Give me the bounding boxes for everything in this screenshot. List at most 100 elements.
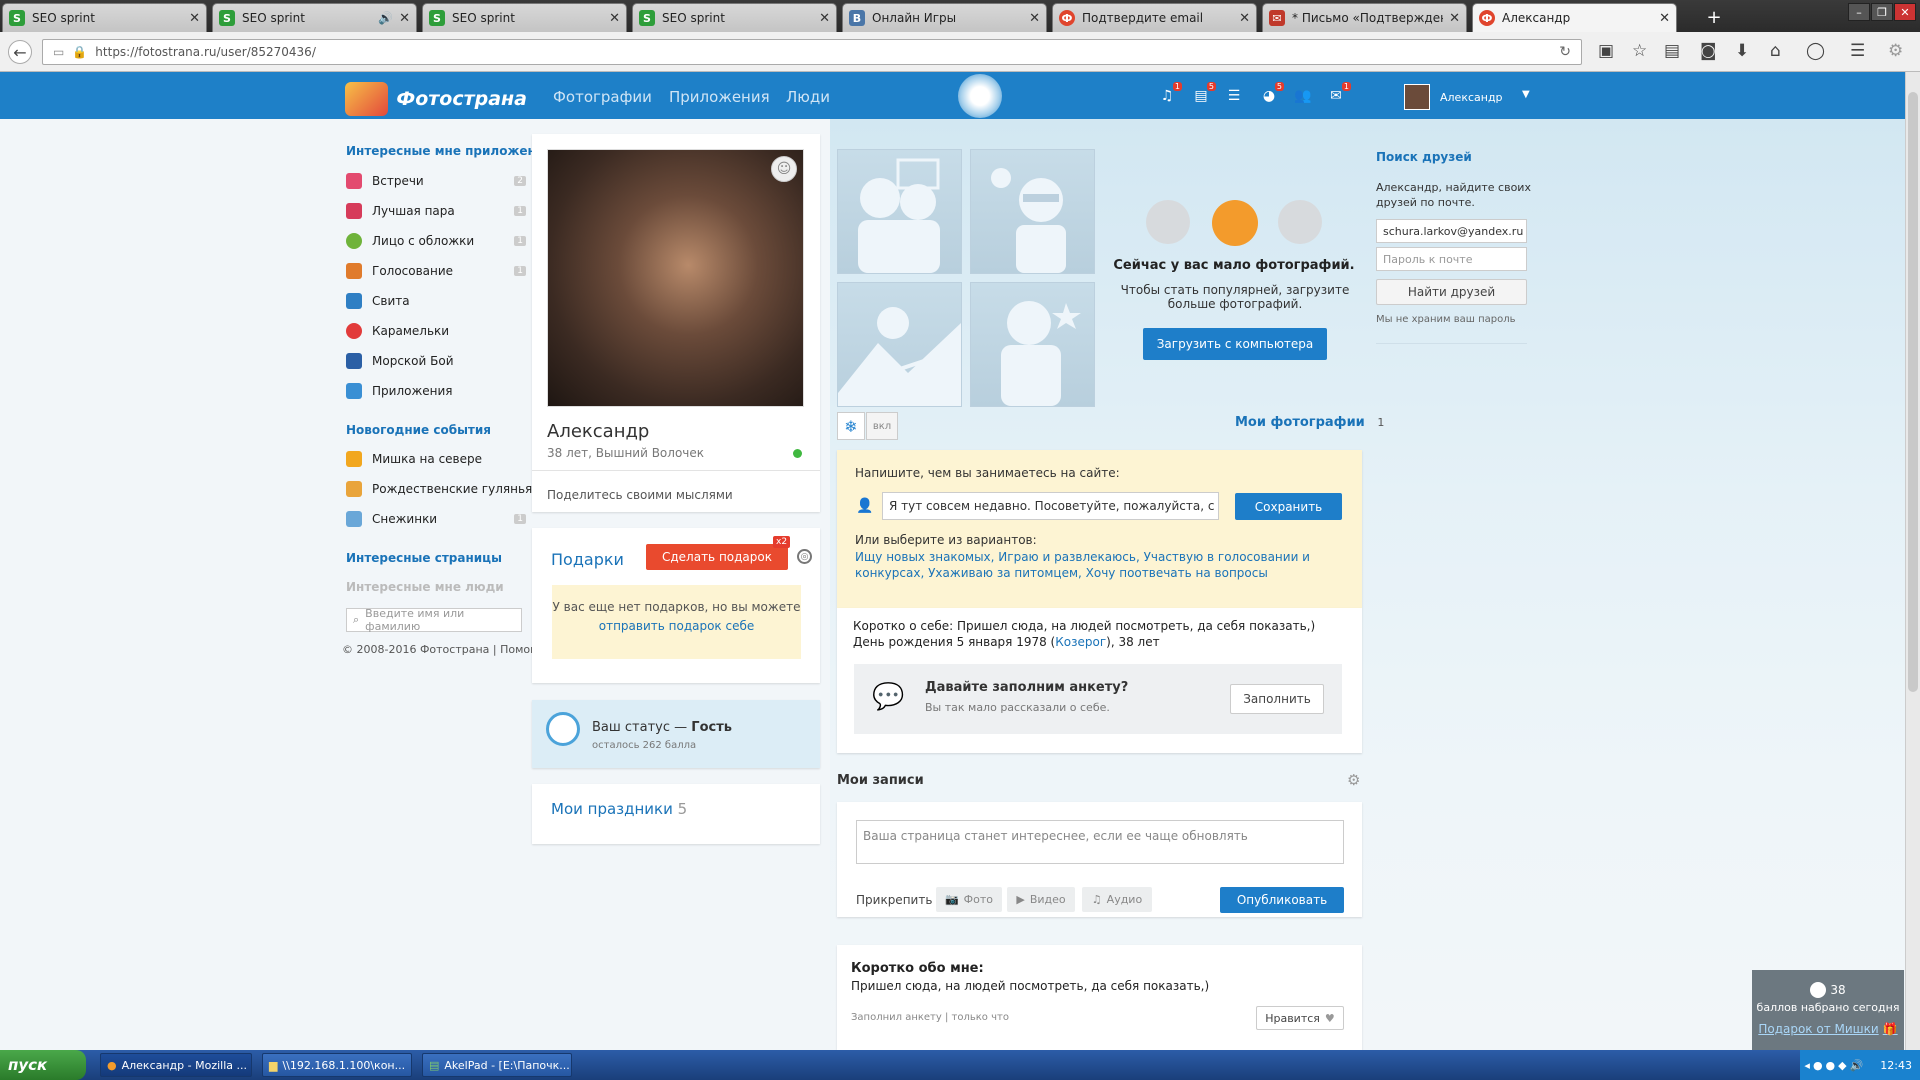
- nav-people[interactable]: Люди: [786, 88, 830, 106]
- snowflake-toggle-icon[interactable]: ❄: [837, 412, 865, 440]
- start-button[interactable]: пуск: [0, 1050, 86, 1080]
- user-menu-chevron-down-icon[interactable]: ▼: [1522, 89, 1530, 100]
- settings-gear-icon[interactable]: ⚙: [1888, 41, 1903, 61]
- activity-input[interactable]: Я тут совсем недавно. Посоветуйте, пожал…: [882, 492, 1219, 520]
- photo-placeholder-couple[interactable]: [837, 149, 962, 274]
- tab-close-icon[interactable]: ✕: [1659, 11, 1670, 26]
- chat-icon[interactable]: ◯: [1806, 41, 1825, 61]
- tab-close-icon[interactable]: ✕: [819, 11, 830, 26]
- reload-icon[interactable]: ↻: [1559, 44, 1571, 60]
- upload-from-computer-button[interactable]: Загрузить с компьютера: [1143, 328, 1327, 360]
- publish-button[interactable]: Опубликовать: [1220, 887, 1344, 913]
- apps-section-title[interactable]: Интересные мне приложения: [346, 144, 552, 158]
- mail-icon[interactable]: ✉ 1: [1327, 82, 1351, 104]
- minimize-icon[interactable]: –: [1848, 3, 1870, 21]
- browser-tab-active[interactable]: Ф Александр ✕: [1472, 3, 1677, 32]
- my-holidays-link[interactable]: Мои праздники 5: [551, 800, 687, 818]
- attach-audio-button[interactable]: ♫ Аудио: [1082, 887, 1152, 912]
- sidebar-item-voting[interactable]: Голосование 1: [346, 260, 526, 282]
- task-folder[interactable]: ▆ \\192.168.1.100\кон...: [262, 1053, 412, 1077]
- mood-smile-icon[interactable]: ☺: [771, 156, 797, 182]
- site-logo[interactable]: Фотострана: [345, 82, 527, 116]
- sidebar-item-svita[interactable]: Свита: [346, 290, 526, 312]
- zodiac-link[interactable]: Козерог: [1055, 635, 1106, 649]
- page-scrollbar[interactable]: [1905, 72, 1920, 1050]
- back-icon[interactable]: ←: [8, 40, 32, 64]
- profile-photo[interactable]: [547, 149, 804, 407]
- photo-placeholder-rock[interactable]: [970, 282, 1095, 407]
- browser-tab[interactable]: Ф Подтвердите email ✕: [1052, 3, 1257, 32]
- sidebar-item-best-pair[interactable]: Лучшая пара 1: [346, 200, 526, 222]
- music-icon[interactable]: ♫ 1: [1158, 82, 1182, 104]
- share-thoughts-link[interactable]: Поделитесь своими мыслями: [547, 488, 733, 502]
- email-field[interactable]: schura.larkov@yandex.ru: [1376, 219, 1527, 243]
- sad-face-icon[interactable]: [1146, 200, 1190, 244]
- news-icon[interactable]: ▤ 5: [1192, 82, 1216, 104]
- browser-tab[interactable]: S SEO sprint ✕: [632, 3, 837, 32]
- browser-tab[interactable]: S SEO sprint ✕: [422, 3, 627, 32]
- people-search-input[interactable]: ⌕ Введите имя или фамилию: [346, 607, 522, 633]
- bookmarks-list-icon[interactable]: ▤: [1664, 41, 1680, 61]
- sidebar-item-cover-face[interactable]: Лицо с обложки 1: [346, 230, 526, 252]
- gifts-title[interactable]: Подарки: [551, 550, 624, 569]
- tab-close-icon[interactable]: ✕: [609, 11, 620, 26]
- nav-photos[interactable]: Фотографии: [553, 88, 652, 106]
- sidebar-item-bear-north[interactable]: Мишка на севере: [346, 448, 526, 470]
- posts-settings-gear-icon[interactable]: ⚙: [1347, 771, 1360, 789]
- tray-icons[interactable]: ◂●●◆🔊: [1804, 1059, 1866, 1072]
- like-button[interactable]: Нравится ♥: [1256, 1006, 1344, 1030]
- task-akelpad[interactable]: ▤ AkelPad - [E:\Папочк...: [422, 1053, 572, 1077]
- restore-icon[interactable]: ❐: [1871, 3, 1893, 21]
- extension-icon[interactable]: ▣: [1598, 41, 1614, 61]
- tab-close-icon[interactable]: ✕: [1239, 11, 1250, 26]
- nav-apps[interactable]: Приложения: [669, 88, 770, 106]
- list-icon[interactable]: ☰: [1225, 88, 1243, 104]
- download-icon[interactable]: ⬇: [1735, 41, 1749, 61]
- gift-settings-icon[interactable]: ◎: [797, 549, 812, 564]
- friends-icon[interactable]: 👥: [1294, 88, 1312, 104]
- sidebar-item-snowflakes[interactable]: Снежинки 1: [346, 508, 526, 530]
- browser-tab[interactable]: ✉ * Письмо «Подтверждение р... ✕: [1262, 3, 1467, 32]
- sidebar-item-meetings[interactable]: Встречи 2: [346, 170, 526, 192]
- fill-profile-button[interactable]: Заполнить: [1230, 684, 1324, 714]
- browser-tab[interactable]: S SEO sprint 🔊 ✕: [212, 3, 417, 32]
- happy-face-icon[interactable]: [1278, 200, 1322, 244]
- attach-video-button[interactable]: ▶ Видео: [1007, 887, 1075, 912]
- url-bar[interactable]: ▭ 🔒 https://fotostrana.ru/user/85270436/…: [42, 39, 1582, 65]
- option-new-acquaintances[interactable]: Ищу новых знакомых: [855, 550, 991, 564]
- bear-gift-link[interactable]: Подарок от Мишки 🎁: [1752, 1022, 1904, 1036]
- pocket-icon[interactable]: ◙: [1700, 41, 1717, 61]
- notifications-icon[interactable]: ◕ 5: [1260, 82, 1284, 104]
- sidebar-item-candies[interactable]: Карамельки: [346, 320, 526, 342]
- menu-icon[interactable]: ☰: [1850, 41, 1865, 61]
- points-widget[interactable]: 38 баллов набрано сегодня Подарок от Миш…: [1752, 970, 1904, 1050]
- sidebar-item-sea-battle[interactable]: Морской Бой: [346, 350, 526, 372]
- make-gift-button[interactable]: Сделать подарок: [646, 544, 788, 570]
- scrollbar-thumb[interactable]: [1908, 92, 1918, 692]
- browser-tab[interactable]: B Онлайн Игры ✕: [842, 3, 1047, 32]
- sidebar-item-christmas[interactable]: Рождественские гулянья: [346, 478, 536, 500]
- photo-placeholder-ski[interactable]: [837, 282, 962, 407]
- find-friends-button[interactable]: Найти друзей: [1376, 279, 1527, 305]
- mail-password-field[interactable]: Пароль к почте: [1376, 247, 1527, 271]
- tab-close-icon[interactable]: ✕: [1029, 11, 1040, 26]
- speaker-icon[interactable]: 🔊: [378, 11, 393, 25]
- tab-close-icon[interactable]: ✕: [399, 11, 410, 26]
- task-firefox[interactable]: ● Александр - Mozilla ...: [100, 1053, 252, 1077]
- snowman-mascot-icon[interactable]: [958, 74, 1002, 118]
- save-activity-button[interactable]: Сохранить: [1235, 493, 1342, 520]
- header-user-name[interactable]: Александр: [1440, 91, 1503, 104]
- send-gift-self-link[interactable]: отправить подарок себе: [552, 618, 801, 635]
- option-play[interactable]: Играю и развлекаюсь: [998, 550, 1136, 564]
- new-post-textarea[interactable]: Ваша страница станет интереснее, если ее…: [856, 820, 1344, 864]
- photo-placeholder-beach[interactable]: [970, 149, 1095, 274]
- tab-close-icon[interactable]: ✕: [189, 11, 200, 26]
- browser-tab[interactable]: S SEO sprint ✕: [2, 3, 207, 32]
- option-pet[interactable]: Ухаживаю за питомцем: [928, 566, 1078, 580]
- tab-close-icon[interactable]: ✕: [1449, 11, 1460, 26]
- sidebar-item-applications[interactable]: Приложения: [346, 380, 526, 402]
- interesting-pages-title[interactable]: Интересные страницы: [346, 551, 502, 565]
- snow-toggle-button[interactable]: вкл: [866, 412, 898, 440]
- new-year-section-title[interactable]: Новогодние события: [346, 423, 491, 437]
- my-photos-link[interactable]: Мои фотографии 1: [1235, 415, 1384, 430]
